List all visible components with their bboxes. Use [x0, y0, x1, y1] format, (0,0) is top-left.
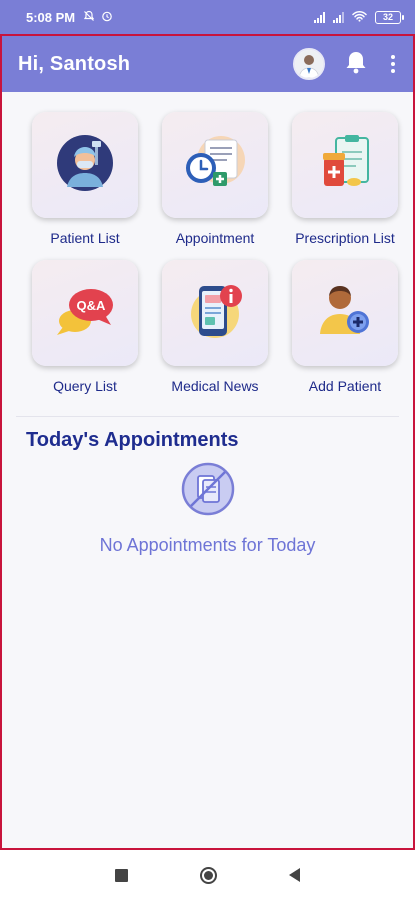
bell-icon[interactable]: [343, 49, 369, 80]
clipboard-pill-icon: [314, 132, 376, 199]
appointments-empty-state: No Appointments for Today: [2, 462, 413, 556]
query-icon-text: Q&A: [77, 298, 107, 313]
app-frame: Hi, Santosh Patient List Appointment Pre…: [0, 34, 415, 850]
home-icon[interactable]: [200, 866, 217, 884]
tile-label: Appointment: [175, 230, 255, 246]
greeting-title: Hi, Santosh: [18, 52, 131, 75]
alarm-icon: [101, 10, 113, 25]
signal-icon: [314, 11, 325, 23]
add-person-icon: [314, 280, 376, 347]
no-document-icon: [181, 462, 235, 521]
tile-label: Patient List: [50, 230, 120, 246]
section-divider: [16, 416, 399, 417]
tile-patient-list[interactable]: Patient List: [20, 112, 150, 246]
tile-card[interactable]: [292, 112, 398, 218]
battery-level: 32: [382, 12, 393, 22]
tile-add-patient[interactable]: Add Patient: [280, 260, 410, 394]
menu-grid: Patient List Appointment Prescription Li…: [2, 92, 413, 394]
signal-icon: [333, 11, 344, 23]
back-icon[interactable]: [289, 868, 300, 882]
tile-label: Medical News: [171, 378, 259, 394]
tile-label: Add Patient: [308, 378, 382, 394]
clock-calendar-icon: [183, 132, 247, 199]
more-vert-icon[interactable]: [387, 51, 399, 77]
tile-card[interactable]: Q&A: [32, 260, 138, 366]
tile-label: Prescription List: [295, 230, 395, 246]
tile-card[interactable]: [162, 112, 268, 218]
system-nav-bar: [0, 850, 415, 900]
tile-query-list[interactable]: Q&A Query List: [20, 260, 150, 394]
wifi-icon: [352, 10, 367, 25]
tile-prescription-list[interactable]: Prescription List: [280, 112, 410, 246]
doctor-icon: [55, 133, 115, 198]
chat-bubble-icon: Q&A: [53, 283, 117, 344]
app-bar: Hi, Santosh: [2, 36, 413, 92]
battery-icon: 32: [375, 10, 404, 24]
tile-appointment[interactable]: Appointment: [150, 112, 280, 246]
status-bar: 5:08 PM 32: [0, 0, 415, 34]
appointments-empty-text: No Appointments for Today: [99, 535, 316, 555]
recents-icon[interactable]: [115, 868, 128, 882]
mute-icon: [83, 10, 95, 25]
tile-card[interactable]: [292, 260, 398, 366]
phone-info-icon: [183, 280, 247, 347]
tile-card[interactable]: [32, 112, 138, 218]
appointments-title: Today's Appointments: [26, 429, 239, 451]
tile-label: Query List: [53, 378, 117, 394]
status-time: 5:08 PM: [26, 9, 76, 25]
avatar[interactable]: [293, 48, 325, 80]
tile-medical-news[interactable]: Medical News: [150, 260, 280, 394]
tile-card[interactable]: [162, 260, 268, 366]
